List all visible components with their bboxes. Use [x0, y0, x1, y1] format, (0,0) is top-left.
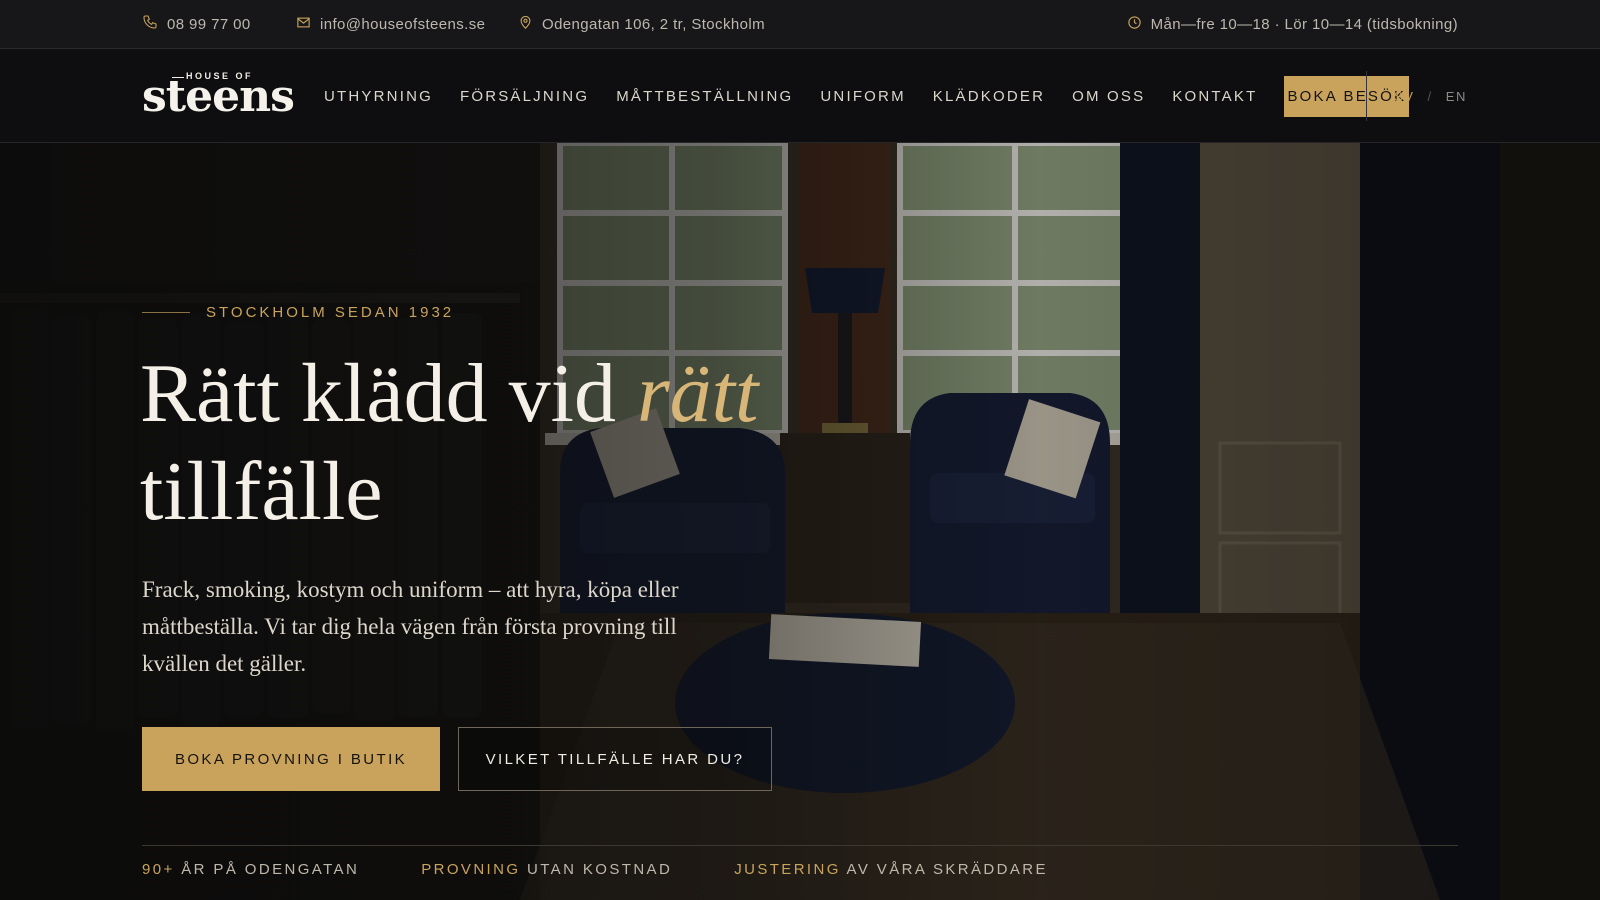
eyebrow-text: STOCKHOLM SEDAN 1932	[206, 304, 455, 321]
stat-highlight: 90+	[142, 861, 175, 878]
headline-part1: Rätt klädd vid	[140, 347, 637, 440]
nav-item-om-oss[interactable]: OM OSS	[1072, 88, 1145, 105]
hero-eyebrow: STOCKHOLM SEDAN 1932	[142, 304, 454, 321]
stat-text: UTAN KOSTNAD	[520, 861, 673, 878]
opening-hours-text: Mån—fre 10—18 · Lör 10—14 (tidsbokning)	[1150, 15, 1458, 33]
brand-logo[interactable]: HOUSE OF steens	[142, 71, 295, 121]
stat-text: AV VÅRA SKRÄDDARE	[840, 861, 1048, 878]
nav-item-kladkoder[interactable]: KLÄDKODER	[933, 88, 1045, 105]
book-fitting-button[interactable]: BOKA PROVNING I BUTIK	[142, 727, 440, 791]
phone-icon	[142, 14, 167, 34]
stat-text: ÅR PÅ ODENGATAN	[174, 861, 360, 878]
nav-item-forsaljning[interactable]: FÖRSÄLJNING	[460, 88, 589, 105]
headline-accent: rätt	[636, 347, 759, 440]
hero-lead: Frack, smoking, kostym och uniform – att…	[142, 577, 679, 676]
stat-highlight: JUSTERING	[734, 861, 841, 878]
hero-divider	[142, 845, 1458, 846]
location-pin-icon	[518, 14, 542, 34]
phone-link[interactable]: 08 99 77 00	[142, 0, 251, 48]
address-link[interactable]: Odengatan 106, 2 tr, Stockholm	[518, 0, 765, 48]
site-header: HOUSE OF steens UTHYRNING FÖRSÄLJNING MÅ…	[0, 49, 1600, 143]
clock-icon	[1127, 15, 1151, 34]
top-info-bar: 08 99 77 00 info@houseofsteens.se Odenga…	[0, 0, 1600, 49]
email-address: info@houseofsteens.se	[320, 15, 486, 33]
nav-item-uniform[interactable]: UNIFORM	[820, 88, 905, 105]
address-text: Odengatan 106, 2 tr, Stockholm	[542, 15, 765, 33]
nav-item-uthyrning[interactable]: UTHYRNING	[324, 88, 433, 105]
mail-icon	[296, 15, 320, 34]
nav-item-mattbestallning[interactable]: MÅTTBESTÄLLNING	[616, 88, 793, 105]
phone-number: 08 99 77 00	[167, 15, 251, 33]
opening-hours: Mån—fre 10—18 · Lör 10—14 (tidsbokning)	[1127, 0, 1458, 48]
logo-wordmark: steens	[142, 71, 295, 122]
stat-item: 90+ ÅR PÅ ODENGATAN	[142, 861, 359, 878]
main-nav: UTHYRNING FÖRSÄLJNING MÅTTBESTÄLLNING UN…	[324, 49, 1436, 143]
stat-highlight: PROVNING	[421, 861, 521, 878]
nav-divider	[1366, 71, 1367, 121]
language-switcher: SV / EN	[1394, 49, 1467, 143]
stat-item: JUSTERING AV VÅRA SKRÄDDARE	[734, 861, 1048, 878]
stat-item: PROVNING UTAN KOSTNAD	[421, 861, 672, 878]
headline-part2: tillfälle	[140, 445, 383, 538]
eyebrow-line	[142, 312, 190, 313]
book-visit-button[interactable]: BOKA BESÖK	[1284, 75, 1410, 117]
nav-item-kontakt[interactable]: KONTAKT	[1172, 88, 1257, 105]
lang-sv[interactable]: SV	[1394, 89, 1415, 104]
lang-separator: /	[1427, 88, 1433, 104]
hero-section: STOCKHOLM SEDAN 1932 Rätt klädd vid rätt…	[0, 143, 1600, 900]
email-link[interactable]: info@houseofsteens.se	[296, 0, 485, 48]
occasion-button[interactable]: VILKET TILLFÄLLE HAR DU?	[458, 727, 772, 791]
hero-stats: 90+ ÅR PÅ ODENGATAN PROVNING UTAN KOSTNA…	[142, 861, 1110, 878]
lang-en[interactable]: EN	[1446, 89, 1467, 104]
hero-headline: Rätt klädd vid rätt tillfälle	[140, 345, 840, 541]
